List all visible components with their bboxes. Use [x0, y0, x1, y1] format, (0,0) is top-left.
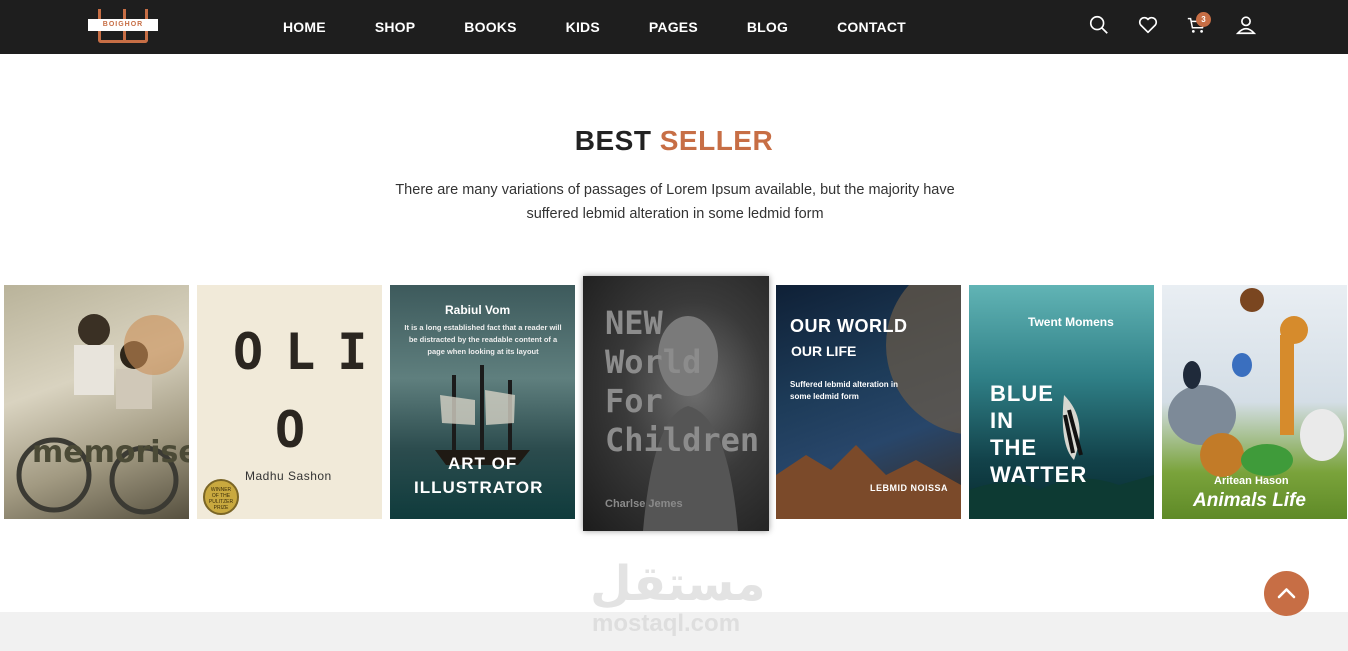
watermark-latin: mostaql.com [592, 610, 741, 637]
nav-contact[interactable]: CONTACT [837, 19, 906, 35]
nav-books[interactable]: BOOKS [464, 19, 516, 35]
nav-home[interactable]: HOME [283, 19, 326, 35]
site-logo[interactable]: BOIGHOR [88, 9, 158, 43]
book-cover-memorise[interactable]: memorise [4, 285, 189, 519]
cart-count-badge: 3 [1196, 12, 1211, 27]
nav-kids[interactable]: KIDS [566, 19, 600, 35]
logo-text: BOIGHOR [88, 19, 158, 31]
award-seal: WINNER OF THE PULITZER PRIZE [203, 479, 239, 515]
heart-icon[interactable] [1137, 14, 1161, 38]
chevron-up-icon [1277, 588, 1296, 599]
book-cover-art-of-illustrator[interactable]: Rabiul Vom It is a long established fact… [390, 285, 575, 519]
book-cover-olio[interactable]: OLIO O Madhu Sashon WINNER OF THE PULITZ… [197, 285, 382, 519]
cart-icon[interactable]: 3 [1186, 12, 1211, 38]
section-title: BEST SELLER [574, 125, 774, 156]
search-icon[interactable] [1088, 14, 1112, 38]
book-cover-our-world[interactable]: OUR WORLD OUR LIFE Suffered lebmid alter… [776, 285, 961, 519]
book-cover-new-world-for-children[interactable]: NEW World For Children Charlse Jemes [583, 276, 769, 531]
scroll-to-top-button[interactable] [1264, 571, 1309, 616]
top-navbar: BOIGHOR HOME SHOP BOOKS KIDS PAGES BLOG … [0, 0, 1348, 54]
book-cover-animals-life[interactable]: Aritean Hason Animals Life [1162, 285, 1347, 519]
section-description: There are many variations of passages of… [395, 182, 955, 222]
nav-shop[interactable]: SHOP [375, 19, 415, 35]
book-cover-blue-in-the-watter[interactable]: Twent Momens BLUE IN THE WATTER [969, 285, 1154, 519]
user-icon[interactable] [1235, 14, 1259, 38]
nav-blog[interactable]: BLOG [747, 19, 788, 35]
main-menu: HOME SHOP BOOKS KIDS PAGES BLOG CONTACT [283, 0, 955, 54]
nav-pages[interactable]: PAGES [649, 19, 698, 35]
watermark-arabic: مستقل [590, 556, 766, 612]
